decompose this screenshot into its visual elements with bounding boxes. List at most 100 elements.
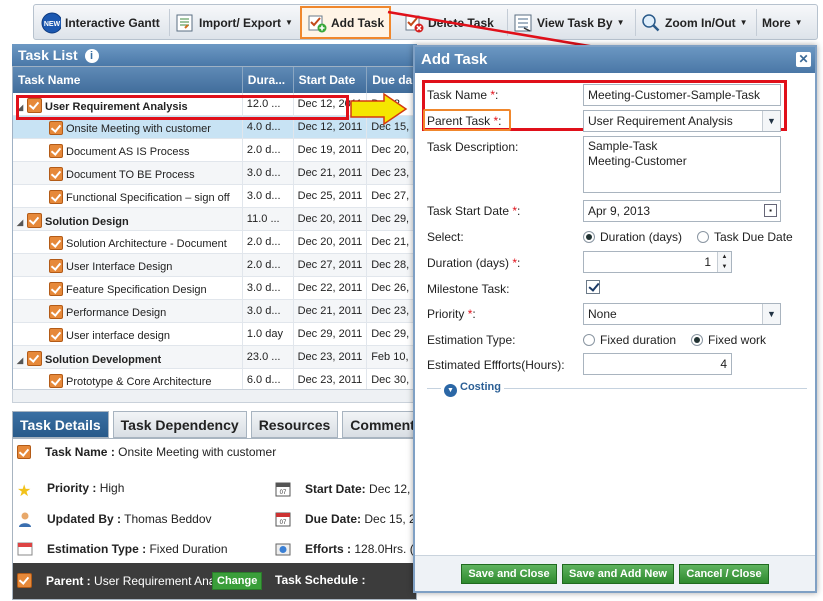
- table-row-parent[interactable]: ◢ Solution Design 11.0 ... Dec 20, 2011 Dec …: [13, 208, 416, 231]
- cell-duration: 2.0 d...: [243, 139, 294, 161]
- cell-due-date: Dec 28,: [367, 254, 416, 276]
- table-row[interactable]: Functional Specification – sign off 3.0 d…: [13, 185, 416, 208]
- parent-task-select[interactable]: User Requirement Analysis ▼: [583, 110, 781, 132]
- cell-due-date: Dec 23,: [367, 162, 416, 184]
- calendar-icon: 07: [275, 481, 291, 497]
- cell-due-date: Dec 26,: [367, 277, 416, 299]
- task-name-text: Solution Architecture - Document: [66, 238, 227, 250]
- cell-start-date: Dec 23, 2011: [294, 346, 368, 368]
- cell-start-date: Dec 19, 2011: [294, 139, 368, 161]
- cell-duration: 3.0 d...: [243, 162, 294, 184]
- table-row[interactable]: Performance Design 3.0 d... Dec 21, 2011 De…: [13, 300, 416, 323]
- task-details-panel: Task Name : Onsite Meeting with customer…: [12, 438, 417, 600]
- cell-due-date: Dec 27,: [367, 185, 416, 207]
- task-name-label: Task Name *:: [427, 88, 499, 102]
- cell-start-date: Dec 20, 2011: [294, 208, 368, 230]
- zoom-button[interactable]: Zoom In/Out ▼: [635, 9, 753, 36]
- cell-due-date: Dec 2: [367, 93, 416, 115]
- task-due-date-radio[interactable]: Task Due Date: [697, 230, 793, 244]
- estimated-efforts-input[interactable]: 4: [583, 353, 732, 375]
- detail-efforts: Efforts : 128.0Hrs. (: [275, 541, 414, 557]
- duration-input[interactable]: 1 ▲ ▼: [583, 251, 732, 273]
- cell-due-date: Dec 29,: [367, 208, 416, 230]
- task-icon: [49, 236, 63, 250]
- task-start-date-input[interactable]: Apr 9, 2013 ▪: [583, 200, 781, 222]
- tab-task-details[interactable]: Task Details: [12, 411, 109, 438]
- table-row-parent[interactable]: ◢ Solution Development 23.0 ... Dec 23, 201…: [13, 346, 416, 369]
- milestone-task-icon: [49, 190, 63, 204]
- fixed-duration-radio[interactable]: Fixed duration: [583, 333, 676, 347]
- cell-duration: 2.0 d...: [243, 254, 294, 276]
- table-row[interactable]: Feature Specification Design 3.0 d... Dec …: [13, 277, 416, 300]
- milestone-checkbox[interactable]: [586, 280, 600, 294]
- interactive-gantt-button[interactable]: NEW Interactive Gantt: [36, 9, 165, 36]
- cell-task-name: ◢ Solution Development: [13, 346, 243, 368]
- svg-text:NEW: NEW: [44, 21, 61, 28]
- more-button[interactable]: More ▼: [756, 9, 808, 36]
- delete-task-button[interactable]: Delete Task: [399, 9, 499, 36]
- grid-body: ◢ User Requirement Analysis 12.0 ... Dec 12…: [13, 93, 416, 392]
- table-row[interactable]: Document AS IS Process 2.0 d... Dec 19, 20…: [13, 139, 416, 162]
- efforts-icon: [275, 541, 291, 557]
- costing-toggle[interactable]: ▼ Costing: [441, 381, 504, 397]
- app-root: NEW Interactive Gantt Import/ Export ▼ A…: [0, 0, 823, 601]
- detail-updated-by: Updated By : Thomas Beddov: [17, 511, 212, 527]
- costing-section[interactable]: ▼ Costing: [427, 381, 807, 397]
- cell-due-date: Dec 23,: [367, 300, 416, 322]
- close-icon[interactable]: ✕: [796, 52, 811, 67]
- task-start-date-label: Task Start Date *:: [427, 204, 521, 218]
- radio-selected-icon[interactable]: [583, 231, 595, 243]
- priority-select[interactable]: None ▼: [583, 303, 781, 325]
- collapse-icon[interactable]: ◢: [17, 356, 27, 365]
- table-row[interactable]: User interface design 1.0 day Dec 29, 2011…: [13, 323, 416, 346]
- detail-due-date: 07 Due Date: Dec 15, 2: [275, 511, 416, 527]
- chevron-down-icon[interactable]: ▼: [762, 304, 780, 324]
- save-and-close-button[interactable]: Save and Close: [461, 564, 557, 584]
- svg-text:07: 07: [280, 490, 287, 496]
- add-task-button[interactable]: Add Task: [299, 6, 392, 39]
- cancel-close-button[interactable]: Cancel / Close: [679, 564, 769, 584]
- cell-task-name: Solution Architecture - Document: [13, 231, 243, 253]
- radio-selected-icon[interactable]: [691, 334, 703, 346]
- save-and-add-new-button[interactable]: Save and Add New: [562, 564, 674, 584]
- info-icon[interactable]: i: [84, 49, 99, 63]
- import-export-button[interactable]: Import/ Export ▼: [169, 9, 298, 36]
- spinner-icon[interactable]: ▲ ▼: [717, 252, 731, 272]
- cell-due-date: Dec 29,: [367, 323, 416, 345]
- cell-start-date: Dec 22, 2011: [294, 277, 368, 299]
- collapse-icon[interactable]: ◢: [17, 218, 27, 227]
- table-row[interactable]: Solution Architecture - Document 2.0 d...…: [13, 231, 416, 254]
- col-task-name[interactable]: Task Name: [13, 67, 243, 93]
- table-row[interactable]: User Interface Design 2.0 d... Dec 27, 201…: [13, 254, 416, 277]
- task-name-input[interactable]: Meeting-Customer-Sample-Task: [583, 84, 781, 106]
- grid-header: Task Name Dura... Start Date Due da: [13, 67, 416, 93]
- fixed-work-radio[interactable]: Fixed work: [691, 333, 766, 347]
- task-icon: [49, 328, 63, 342]
- estimated-efforts-label: Estimated Effforts(Hours):: [427, 358, 565, 372]
- chevron-down-icon[interactable]: ▼: [762, 111, 780, 131]
- cell-duration: 23.0 ...: [243, 346, 294, 368]
- view-task-by-button[interactable]: View Task By ▼: [507, 9, 630, 36]
- task-icon: [17, 445, 31, 459]
- add-task-dialog: Add Task ✕ Task Name *: Meeting-Customer…: [413, 45, 817, 593]
- col-duration[interactable]: Dura...: [243, 67, 294, 93]
- tab-resources[interactable]: Resources: [250, 411, 339, 438]
- cell-duration: 3.0 d...: [243, 300, 294, 322]
- calendar-picker-icon[interactable]: ▪: [764, 204, 777, 217]
- duration-days-radio[interactable]: Duration (days): [583, 230, 682, 244]
- task-name-text: Solution Design: [45, 216, 129, 228]
- horizontal-scrollbar[interactable]: [12, 389, 417, 403]
- task-description-textarea[interactable]: Sample-Task Meeting-Customer: [583, 136, 781, 193]
- tab-task-dependency[interactable]: Task Dependency: [112, 411, 247, 438]
- detail-estimation-type: Estimation Type : Fixed Duration: [17, 541, 228, 557]
- change-parent-button[interactable]: Change: [212, 572, 263, 590]
- col-due-date[interactable]: Due da: [367, 67, 416, 93]
- table-row[interactable]: Document TO BE Process 3.0 d... Dec 21, 20…: [13, 162, 416, 185]
- expand-icon[interactable]: ▼: [444, 384, 457, 397]
- radio-icon[interactable]: [583, 334, 595, 346]
- col-start-date[interactable]: Start Date: [294, 67, 368, 93]
- radio-icon[interactable]: [697, 231, 709, 243]
- estimation-type-label: Estimation Type:: [427, 333, 516, 347]
- cell-due-date: Dec 30,: [367, 369, 416, 391]
- cell-start-date: Dec 29, 2011: [294, 323, 368, 345]
